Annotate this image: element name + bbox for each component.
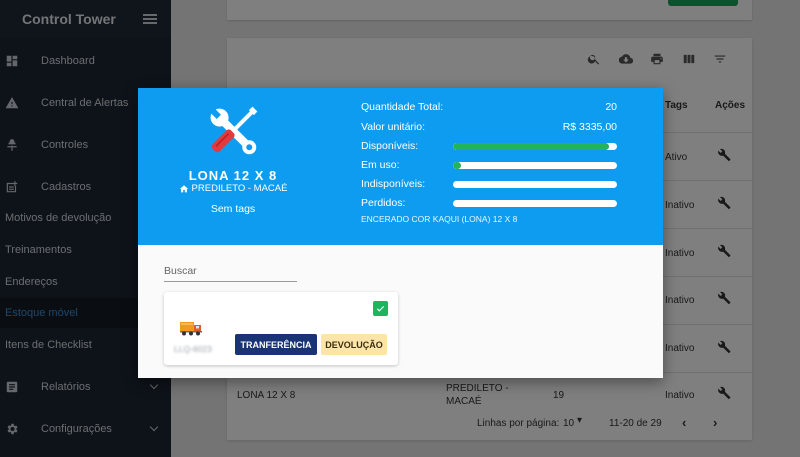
in-use-label: Em uso: [361,159,400,171]
item-description: ENCERADO COR KAQUI (LONA) 12 X 8 [361,214,518,224]
available-progress-bar [453,143,617,150]
unavailable-label: Indisponíveis: [361,178,426,190]
lost-progress-bar [453,200,617,207]
search-field [164,263,297,282]
total-quantity-value: 20 [605,101,617,113]
unavailable-progress-bar [453,181,617,188]
modal-tags: Sem tags [210,203,256,215]
vehicle-plate: LLQ-6023 [174,344,212,354]
item-detail-modal: LONA 12 X 8 PREDILETO - MACAÉ Sem tags Q… [138,88,663,378]
modal-header: LONA 12 X 8 PREDILETO - MACAÉ Sem tags Q… [138,88,663,245]
unit-value-label: Valor unitário: [361,121,426,133]
in-use-progress-fill [453,162,462,169]
checkbox-checked-icon[interactable] [373,301,388,316]
total-quantity-label: Quantidade Total: [361,101,444,113]
home-icon [179,184,188,192]
truck-icon [180,322,202,336]
transfer-button[interactable]: TRANFERÊNCIA [235,334,317,355]
in-use-progress-bar [453,162,617,169]
return-button[interactable]: DEVOLUÇÃO [321,334,387,355]
search-input[interactable] [164,263,297,282]
location-text: PREDILETO - MACAÉ [191,183,288,194]
modal-title: LONA 12 X 8 [188,168,278,183]
available-progress-fill [453,143,609,150]
tools-icon [210,106,258,155]
available-label: Disponíveis: [361,140,419,152]
vehicle-card: LLQ-6023 TRANFERÊNCIA DEVOLUÇÃO [164,292,398,365]
modal-location: PREDILETO - MACAÉ [138,183,328,194]
unit-value-value: R$ 3335,00 [562,121,617,133]
lost-label: Perdidos: [361,197,406,209]
